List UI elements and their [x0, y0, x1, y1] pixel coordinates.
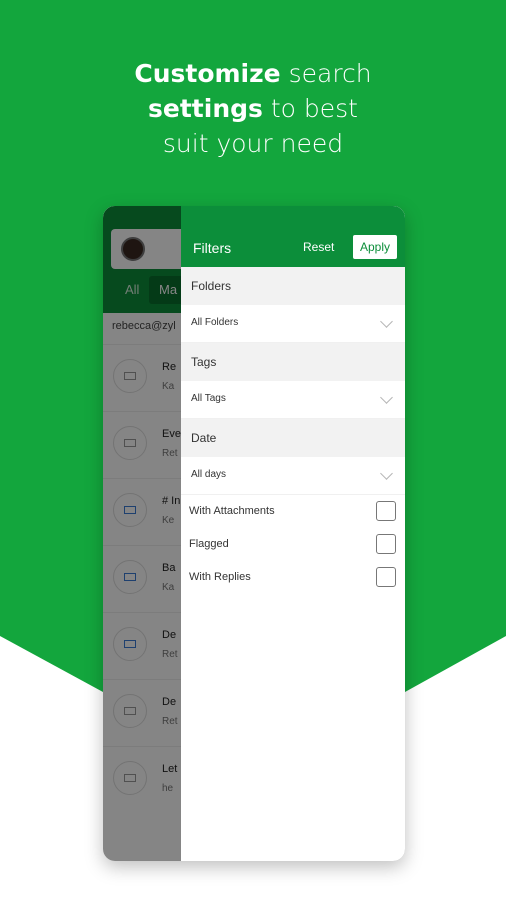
- date-value: All days: [191, 469, 227, 480]
- attachments-label: With Attachments: [189, 505, 275, 517]
- filters-panel: Filters Reset Apply Folders All Folders …: [181, 206, 405, 861]
- replies-option[interactable]: With Replies: [181, 562, 405, 594]
- filters-header: Filters Reset Apply: [181, 206, 405, 267]
- folders-heading: Folders: [181, 267, 405, 305]
- folders-value: All Folders: [191, 317, 239, 328]
- folders-select[interactable]: All Folders: [181, 305, 405, 343]
- replies-checkbox[interactable]: [376, 567, 396, 587]
- flagged-label: Flagged: [189, 538, 229, 550]
- chevron-down-icon: [380, 467, 393, 480]
- flagged-checkbox[interactable]: [376, 534, 396, 554]
- attachments-checkbox[interactable]: [376, 501, 396, 521]
- headline-bold-2: settings: [148, 94, 263, 123]
- chevron-down-icon: [380, 391, 393, 404]
- reset-button[interactable]: Reset: [303, 240, 334, 254]
- headline-text-2: to best: [262, 94, 358, 123]
- chevron-down-icon: [380, 315, 393, 328]
- attachments-option[interactable]: With Attachments: [181, 496, 405, 528]
- headline: Customize search settings to best suit y…: [0, 56, 506, 161]
- flagged-option[interactable]: Flagged: [181, 529, 405, 561]
- phone-mockup: All Ma rebecca@zyl Re Ka Eve Ret # In Ke: [103, 206, 405, 861]
- headline-text-1: search: [280, 59, 372, 88]
- tags-select[interactable]: All Tags: [181, 381, 405, 419]
- date-heading: Date: [181, 419, 405, 457]
- tags-heading: Tags: [181, 343, 405, 381]
- headline-bold-1: Customize: [134, 59, 281, 88]
- apply-button[interactable]: Apply: [353, 235, 397, 259]
- headline-text-3: suit your need: [162, 129, 344, 158]
- replies-label: With Replies: [189, 571, 251, 583]
- tags-value: All Tags: [191, 393, 226, 404]
- date-select[interactable]: All days: [181, 457, 405, 495]
- filters-title: Filters: [193, 240, 232, 256]
